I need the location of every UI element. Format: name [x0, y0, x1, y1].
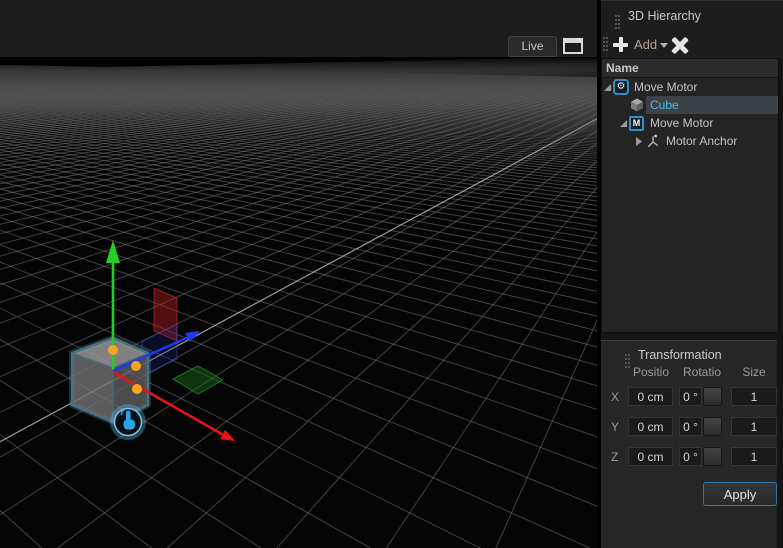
axis-x-arrowhead [220, 430, 235, 441]
viewport-3d[interactable]: Live [0, 0, 597, 548]
viewport-topbar: Live [0, 0, 597, 58]
gizmo-handle-dot-z[interactable] [131, 361, 141, 371]
rotation-y-picker-button[interactable] [703, 417, 722, 436]
close-x-icon[interactable] [671, 36, 689, 54]
position-x-input[interactable] [628, 387, 673, 406]
drag-handle-icon[interactable] [603, 37, 605, 39]
rotation-x-input[interactable] [679, 387, 702, 406]
right-panel: 3D Hierarchy Add Name ⚙Move Motor CubeMM… [601, 0, 783, 548]
transform-row-z: Z [601, 447, 777, 468]
drag-handle-icon[interactable] [625, 354, 627, 356]
chevron-down-icon[interactable] [660, 43, 668, 48]
size-z-input[interactable] [731, 447, 777, 466]
position-z-input[interactable] [628, 447, 673, 466]
name-column-header[interactable]: Name [602, 59, 778, 78]
rotation-z-picker-button[interactable] [703, 447, 722, 466]
gizmo-plane-xz[interactable] [173, 366, 223, 394]
anchor-icon [645, 133, 661, 149]
size-x-input[interactable] [731, 387, 777, 406]
tree-item-move-motor[interactable]: M Move Motor [602, 114, 778, 132]
size-column-header: Size [730, 365, 778, 379]
tree-item-move-motor[interactable]: ⚙ Move Motor [602, 78, 778, 96]
live-button[interactable]: Live [508, 36, 557, 57]
axis-y-arrowhead [106, 240, 120, 263]
drag-handle-icon[interactable] [615, 15, 617, 17]
ground-grid [0, 55, 597, 548]
collapse-triangle-icon[interactable] [636, 137, 642, 146]
expand-triangle-icon[interactable] [620, 120, 627, 127]
add-button[interactable]: Add [634, 31, 657, 58]
transform-row-y: Y [601, 417, 777, 438]
axis-label-z: Z [611, 447, 625, 468]
rotation-z-input[interactable] [679, 447, 702, 466]
tree-item-label: Move Motor [634, 78, 697, 96]
position-column-header: Positio [625, 365, 677, 379]
size-y-input[interactable] [731, 417, 777, 436]
cube-icon [629, 97, 645, 113]
tree-item-motor-anchor[interactable]: Motor Anchor [602, 132, 778, 150]
gizmo-handle-dot-x[interactable] [132, 384, 142, 394]
hierarchy-panel-title: 3D Hierarchy [628, 9, 701, 23]
expand-triangle-icon[interactable] [604, 84, 611, 91]
position-y-input[interactable] [628, 417, 673, 436]
transformation-panel-title: Transformation [638, 348, 722, 362]
tree-item-cube[interactable]: Cube [602, 96, 778, 114]
touch-interaction-icon[interactable] [112, 406, 144, 438]
hierarchy-toolbar: Add [601, 31, 783, 58]
maximize-window-icon[interactable] [563, 38, 583, 54]
motor-icon: M [629, 116, 644, 131]
tree-item-label: Motor Anchor [666, 132, 737, 150]
tree-item-label: Move Motor [650, 114, 713, 132]
transform-row-x: X [601, 387, 777, 408]
rotation-x-picker-button[interactable] [703, 387, 722, 406]
app-window: Live 3D Hierarchy Add Name ⚙Move Motor C [0, 0, 783, 548]
gizmo-handle-dot-y[interactable] [108, 345, 118, 355]
scene-3d[interactable] [0, 0, 597, 548]
rotation-y-input[interactable] [679, 417, 702, 436]
axis-label-y: Y [611, 417, 625, 438]
apply-button[interactable]: Apply [703, 482, 777, 506]
transformation-panel: Transformation Positio Rotatio Size XYZ … [601, 340, 777, 548]
tree-item-label: Cube [650, 96, 679, 114]
rotation-column-header: Rotatio [676, 365, 728, 379]
gear-icon: ⚙ [613, 79, 629, 95]
hierarchy-panel-header: 3D Hierarchy Add [601, 0, 783, 59]
hierarchy-tree: Name ⚙ Move Motor Cube M Move Motor Motor A… [601, 58, 779, 333]
plus-icon[interactable] [612, 36, 629, 53]
axis-label-x: X [611, 387, 625, 408]
